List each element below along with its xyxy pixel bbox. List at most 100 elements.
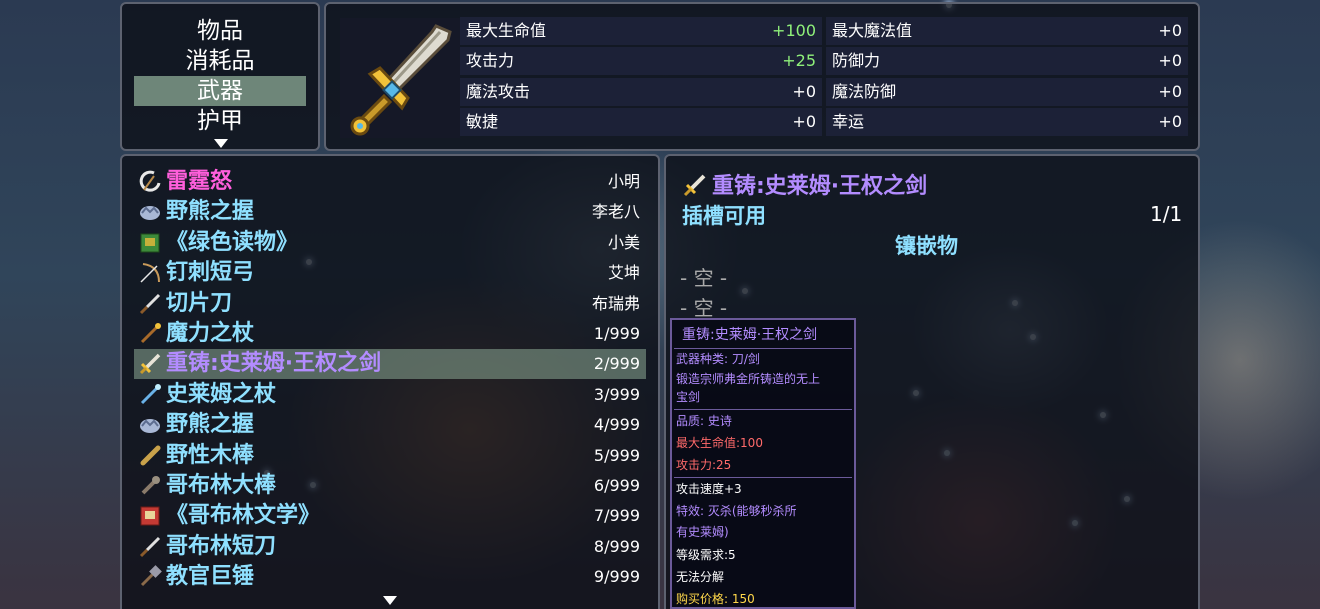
item-name: 哥布林大棒	[166, 473, 277, 498]
tooltip-level-requirement: 等级需求:5	[676, 548, 736, 562]
item-row[interactable]: 野熊之握 李老八	[134, 197, 646, 227]
item-count: 7/999	[593, 506, 640, 526]
bow-icon	[138, 261, 162, 285]
item-row[interactable]: 《哥布林文学》 7/999	[134, 501, 646, 531]
stat-name: 最大生命值	[466, 21, 547, 40]
sword-icon	[340, 18, 460, 138]
item-count: 小美	[607, 232, 640, 252]
stat-name: 魔法防御	[832, 81, 897, 101]
club-icon	[138, 444, 162, 468]
item-name: 教官巨锤	[166, 564, 255, 590]
item-name: 野熊之握	[166, 412, 255, 438]
item-count: 3/999	[593, 384, 640, 404]
scythe-icon	[138, 170, 162, 194]
knife-icon	[138, 535, 162, 559]
list-scroll-down-icon[interactable]	[383, 596, 397, 605]
item-name: 史莱姆之杖	[166, 381, 277, 407]
item-name: 《绿色读物》	[166, 229, 299, 255]
sword-icon	[683, 174, 706, 197]
wand-icon	[138, 383, 162, 407]
item-name: 切片刀	[166, 290, 233, 316]
tooltip-no-disassemble: 无法分解	[676, 570, 725, 584]
green-book-icon	[138, 231, 162, 255]
stat-value: +0	[1158, 51, 1182, 71]
item-count: 8/999	[593, 536, 640, 556]
tooltip-weapon-type: 武器种类: 刀/剑	[676, 352, 760, 366]
item-name: 钉刺短弓	[166, 260, 255, 286]
tooltip-price: 购买价格: 150	[676, 592, 755, 606]
slots-count: 1/1	[1150, 202, 1183, 226]
tooltip-hp-bonus: 最大生命值:100	[676, 436, 763, 450]
stat-row: 最大魔法值 +0	[826, 17, 1188, 45]
gauntlet-icon	[138, 413, 162, 437]
item-row[interactable]: 雷霆怒 小明	[134, 167, 646, 197]
item-name: 野熊之握	[166, 199, 255, 225]
inlay-label: 镶嵌物	[895, 234, 958, 258]
stat-row: 最大生命值 +100	[460, 17, 822, 45]
item-name: 《哥布林文学》	[166, 503, 321, 529]
stat-row: 魔法防御 +0	[826, 77, 1188, 106]
item-row[interactable]: 哥布林短刀 8/999	[134, 532, 646, 562]
item-row[interactable]: 教官巨锤 9/999	[134, 562, 646, 592]
category-consumables[interactable]: 消耗品	[134, 46, 306, 76]
sword-icon	[138, 352, 162, 376]
category-items[interactable]: 物品	[134, 16, 306, 46]
item-count: 布瑞弗	[591, 293, 640, 313]
item-count: 5/999	[593, 445, 640, 465]
item-name: 野性木棒	[166, 442, 255, 468]
stat-value: +0	[1158, 81, 1182, 101]
stat-row: 防御力 +0	[826, 47, 1188, 76]
gauntlet-icon	[138, 200, 162, 224]
scroll-down-arrow-icon[interactable]	[214, 139, 228, 148]
tooltip-title: 重铸:史莱姆·王权之剑	[682, 327, 818, 343]
stat-value: +0	[1158, 21, 1182, 40]
spiked-club-icon	[138, 474, 162, 498]
stat-value: +0	[792, 81, 816, 101]
item-row[interactable]: 切片刀 布瑞弗	[134, 289, 646, 319]
item-row[interactable]: 钉刺短弓 艾坤	[134, 258, 646, 288]
stat-value: +0	[792, 111, 816, 131]
item-row[interactable]: 《绿色读物》 小美	[134, 228, 646, 258]
category-weapons[interactable]: 武器	[134, 76, 306, 106]
stat-name: 敏捷	[466, 111, 499, 131]
item-count: 1/999	[593, 324, 640, 343]
tooltip-special: 有史莱姆)	[676, 525, 729, 539]
stat-name: 最大魔法值	[832, 21, 913, 40]
category-armor[interactable]: 护甲	[134, 106, 306, 136]
tooltip-description: 宝剑	[676, 390, 701, 404]
staff-icon	[138, 322, 162, 346]
item-count: 4/999	[593, 415, 640, 435]
knife-icon	[138, 292, 162, 316]
item-row[interactable]: 哥布林大棒 6/999	[134, 471, 646, 501]
category-panel: 物品 消耗品 武器 护甲	[120, 2, 320, 151]
stat-row: 幸运 +0	[826, 107, 1188, 136]
item-name: 哥布林短刀	[166, 533, 277, 559]
stat-row: 魔法攻击 +0	[460, 77, 822, 106]
item-count: 2/999	[593, 354, 640, 374]
hammer-icon	[138, 565, 162, 589]
stat-value: +25	[782, 51, 816, 71]
item-row[interactable]: 重铸:史莱姆·王权之剑 2/999	[134, 349, 646, 380]
tooltip-quality: 品质: 史诗	[676, 414, 732, 428]
item-name: 重铸:史莱姆·王权之剑	[166, 351, 382, 377]
item-count: 艾坤	[607, 263, 640, 283]
item-row[interactable]: 史莱姆之杖 3/999	[134, 380, 646, 410]
item-count: 小明	[607, 172, 640, 191]
item-count: 9/999	[593, 567, 640, 587]
item-row[interactable]: 魔力之杖 1/999	[134, 319, 646, 349]
stat-value: +100	[772, 21, 816, 40]
tooltip-special: 特效: 灭杀(能够秒杀所	[676, 504, 797, 518]
slots-available-label: 插槽可用	[682, 204, 766, 228]
tooltip-attack-bonus: 攻击力:25	[676, 458, 732, 472]
empty-slot[interactable]: - 空 -	[680, 262, 727, 291]
item-row[interactable]: 野熊之握 4/999	[134, 410, 646, 440]
item-count: 李老八	[591, 202, 640, 222]
empty-slot[interactable]: - 空 -	[680, 292, 727, 321]
stat-value: +0	[1158, 111, 1182, 131]
item-tooltip: 重铸:史莱姆·王权之剑 武器种类: 刀/剑 锻造宗师弗金所铸造的无上 宝剑 品质…	[670, 318, 856, 609]
item-name: 魔力之杖	[166, 321, 255, 346]
item-name: 雷霆怒	[166, 169, 233, 194]
item-count: 6/999	[593, 476, 640, 495]
stat-row: 敏捷 +0	[460, 107, 822, 136]
item-row[interactable]: 野性木棒 5/999	[134, 441, 646, 471]
